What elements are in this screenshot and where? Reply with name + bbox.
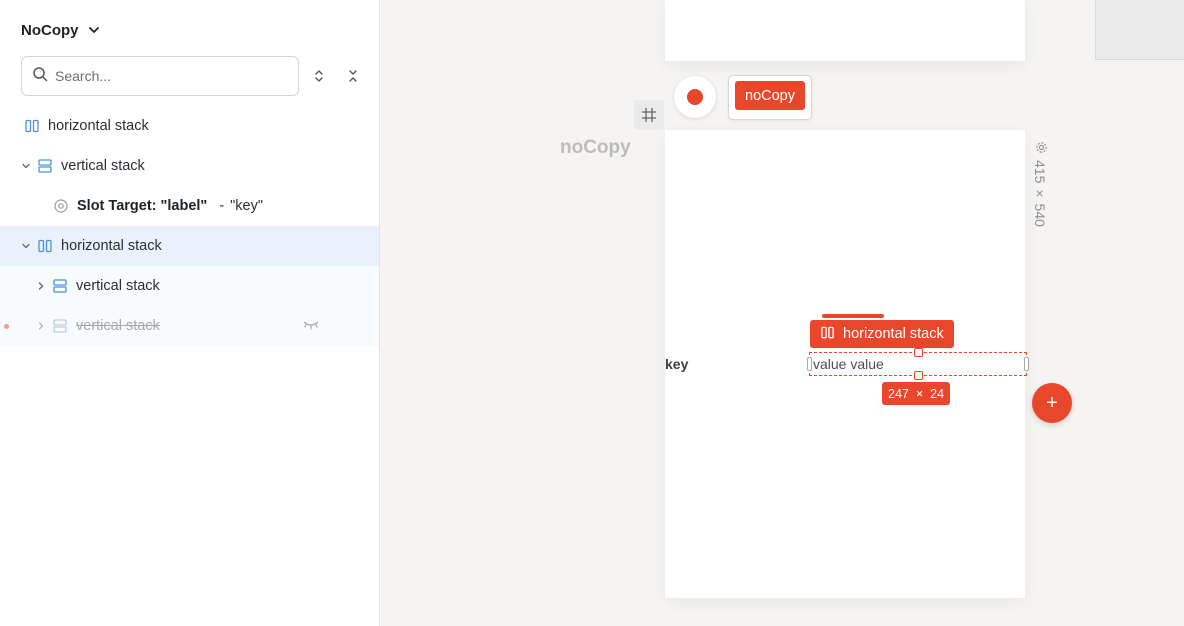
slot-target-icon xyxy=(53,198,69,214)
selection-height: 24 xyxy=(930,386,945,401)
resize-handle-right[interactable] xyxy=(1024,357,1029,371)
tree-item-slot-target[interactable]: Slot Target: "label" - "key" xyxy=(0,186,379,226)
chevron-down-icon[interactable] xyxy=(19,161,33,171)
chevrons-expand-icon xyxy=(315,70,323,82)
frame-dimensions: 415 × 540 xyxy=(1030,141,1050,261)
chevron-right-icon[interactable] xyxy=(34,281,48,291)
frame-icon xyxy=(641,107,657,123)
record-button[interactable] xyxy=(674,76,716,118)
tree-item-label: horizontal stack xyxy=(61,238,162,254)
search-input[interactable] xyxy=(55,68,275,84)
add-element-button[interactable]: + xyxy=(1032,383,1072,423)
selection-drag-handle[interactable] xyxy=(822,314,884,318)
chevron-right-icon[interactable] xyxy=(34,321,48,331)
search-box xyxy=(21,56,299,96)
vertical-stack-icon xyxy=(52,318,68,334)
tree-item-horizontal-stack[interactable]: horizontal stack xyxy=(0,106,379,146)
tree-item-vertical-stack-child[interactable]: vertical stack xyxy=(0,266,379,306)
plus-icon: + xyxy=(1046,391,1058,414)
vertical-stack-icon xyxy=(37,158,53,174)
tree-item-label: vertical stack xyxy=(61,158,145,174)
chevron-down-icon[interactable] xyxy=(19,241,33,251)
frame-name-label[interactable]: noCopy xyxy=(560,137,631,159)
slot-target-value: "key" xyxy=(230,198,264,214)
tree-item-label: vertical stack xyxy=(76,278,160,294)
tree-item-vertical-stack[interactable]: vertical stack xyxy=(0,146,379,186)
horizontal-stack-icon xyxy=(37,238,53,254)
frame-dims-sep: × xyxy=(1032,189,1048,198)
expand-all-button[interactable] xyxy=(309,66,329,86)
app: NoCopy horizontal stack xyxy=(0,0,1184,626)
tree-item-label: horizontal stack xyxy=(48,118,149,134)
horizontal-stack-icon xyxy=(820,325,835,344)
vertical-stack-icon xyxy=(52,278,68,294)
component-chip[interactable]: noCopy xyxy=(735,81,805,110)
resize-handle-left[interactable] xyxy=(807,357,812,371)
resize-handle-bottom[interactable] xyxy=(914,371,923,380)
collapse-all-button[interactable] xyxy=(343,66,363,86)
selection-size-sep: × xyxy=(915,386,924,401)
project-selector[interactable]: NoCopy xyxy=(21,19,101,41)
frame-above[interactable] xyxy=(665,0,1025,61)
tree-item-label: vertical stack xyxy=(76,318,160,334)
selected-horizontal-stack[interactable]: value value xyxy=(807,348,1029,380)
slot-separator: - xyxy=(219,198,225,214)
component-chip-container: noCopy xyxy=(728,75,812,120)
tree-item-vertical-stack-hidden[interactable]: vertical stack xyxy=(0,306,379,346)
resize-handle-top[interactable] xyxy=(914,348,923,357)
selection-tag[interactable]: horizontal stack xyxy=(810,320,954,348)
layers-sidebar: NoCopy horizontal stack xyxy=(0,0,380,626)
tree-item-horizontal-stack-selected[interactable]: horizontal stack xyxy=(0,226,379,266)
eye-closed-icon[interactable] xyxy=(302,318,320,336)
key-text-element[interactable]: key xyxy=(665,356,688,372)
frame-tool-button[interactable] xyxy=(634,100,664,130)
gear-icon[interactable] xyxy=(1032,141,1048,154)
value-text: value value xyxy=(813,356,884,372)
change-indicator-dot xyxy=(4,324,9,329)
chevrons-collapse-icon xyxy=(349,70,357,82)
design-canvas[interactable]: noCopy noCopy 415 × 540 key horizontal s… xyxy=(380,0,1184,626)
selection-width: 247 xyxy=(888,386,909,401)
project-title: NoCopy xyxy=(21,21,79,39)
search-icon xyxy=(32,66,48,87)
selection-tag-label: horizontal stack xyxy=(843,326,944,342)
layer-tree: horizontal stack vertical stack Slot Tar… xyxy=(0,106,379,346)
selection-size-badge: 247 × 24 xyxy=(882,382,951,405)
frame-width: 415 xyxy=(1032,160,1048,184)
minimap-panel[interactable] xyxy=(1095,0,1184,60)
horizontal-stack-icon xyxy=(24,118,40,134)
frame-height: 540 xyxy=(1032,203,1048,227)
record-dot-icon xyxy=(687,89,703,105)
chevron-down-icon xyxy=(87,23,101,37)
slot-target-name: Slot Target: "label" xyxy=(77,198,208,214)
